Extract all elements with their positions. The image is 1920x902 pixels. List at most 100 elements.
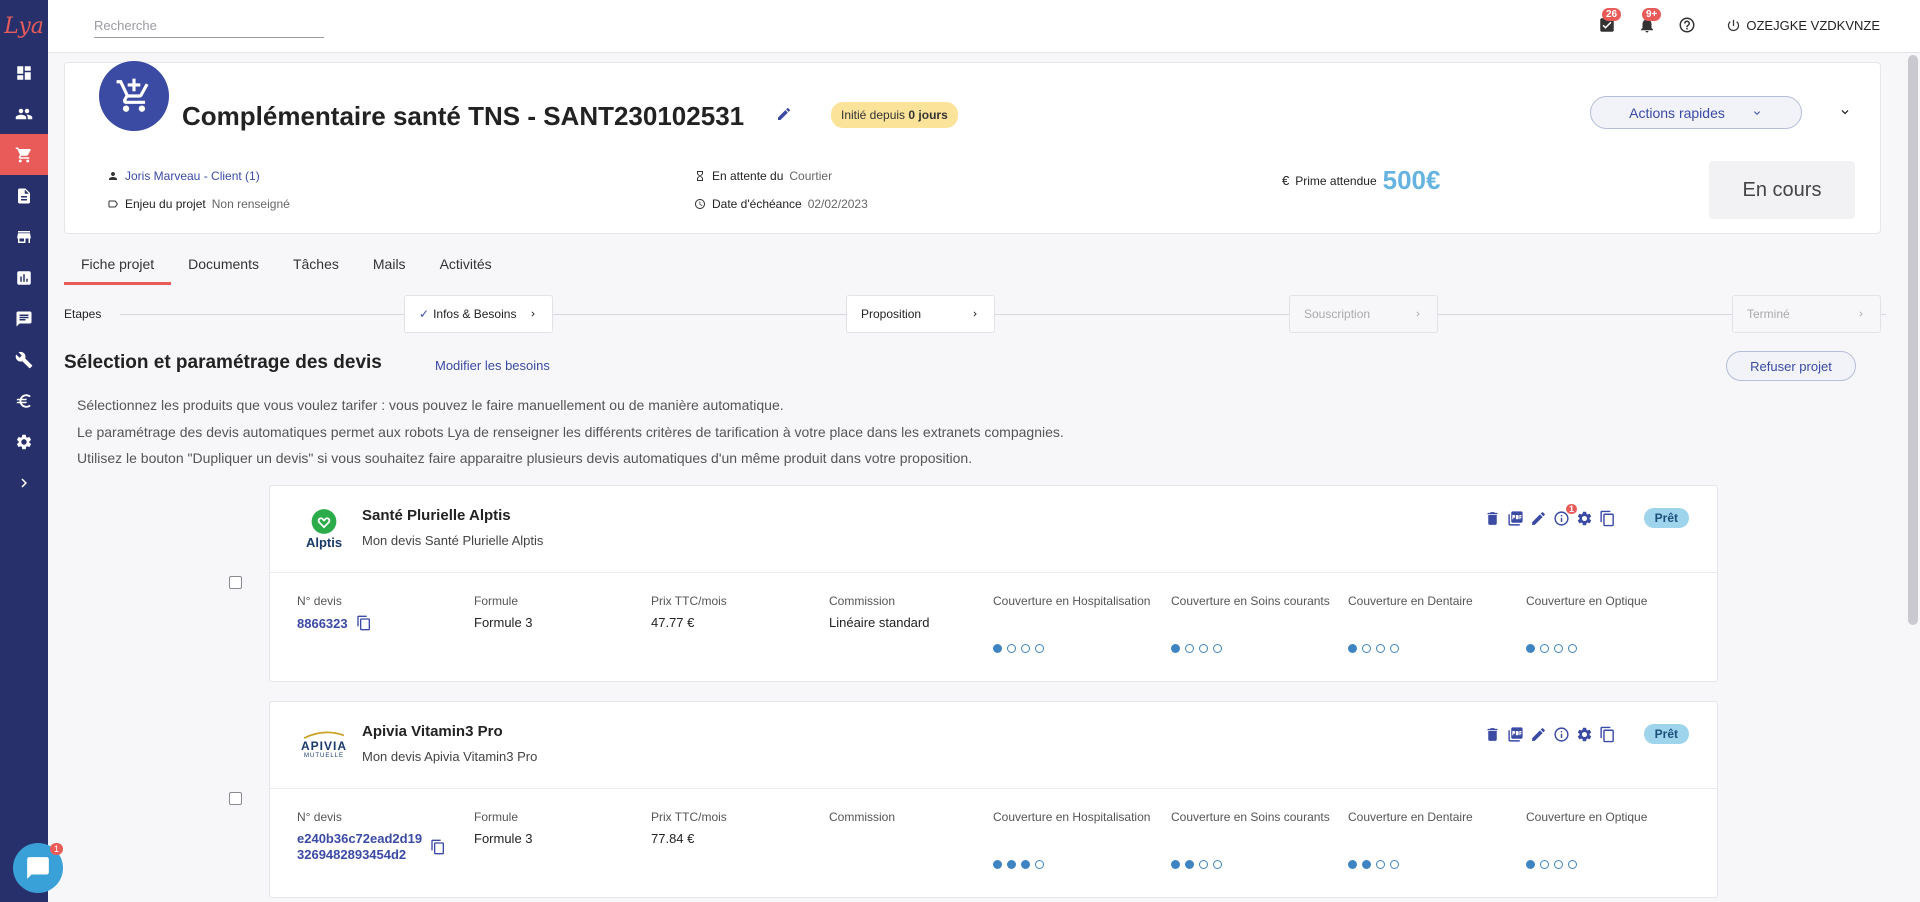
prime-value: 500€ xyxy=(1382,165,1441,195)
col-dentaire: Couverture en Dentaire xyxy=(1348,810,1473,869)
quote-number[interactable]: e240b36c72ead2d19 3269482893454d2 xyxy=(297,831,446,863)
sidebar-item-dashboard[interactable] xyxy=(0,52,48,93)
col-label: N° devis xyxy=(297,594,342,608)
rating-dot xyxy=(1348,860,1357,869)
sidebar-item-clients[interactable] xyxy=(0,93,48,134)
rating-dot xyxy=(1526,860,1535,869)
tab-fiche-projet[interactable]: Fiche projet xyxy=(64,250,172,285)
info-line-1: Sélectionnez les produits que vous voule… xyxy=(77,397,784,413)
rating-dot xyxy=(1540,644,1549,653)
pencil-icon xyxy=(1532,728,1545,741)
search-input[interactable] xyxy=(94,14,324,38)
col-hospit: Couverture en Hospitalisation xyxy=(993,594,1150,653)
quote-checkbox[interactable] xyxy=(229,792,242,805)
logo-text: Alptis xyxy=(305,535,343,550)
scrollbar[interactable] xyxy=(1908,55,1918,625)
rating-dot xyxy=(1568,644,1577,653)
col-label: Commission xyxy=(829,594,896,608)
rating-dot xyxy=(1171,860,1180,869)
tab-documents[interactable]: Documents xyxy=(171,250,276,285)
tab-activites[interactable]: Activités xyxy=(423,250,509,285)
sidebar-item-finance[interactable] xyxy=(0,380,48,421)
col-label: Couverture en Optique xyxy=(1526,810,1648,824)
duplicate-button[interactable] xyxy=(1599,726,1617,744)
sidebar-item-messages[interactable] xyxy=(0,298,48,339)
copy-icon xyxy=(1600,510,1614,527)
col-formule: Formule Formule 3 xyxy=(474,810,533,846)
rating-dot xyxy=(1185,644,1194,653)
enjeu-field: Enjeu du projet Non renseigné xyxy=(107,197,290,211)
chevron-right-icon xyxy=(973,311,977,317)
coverage-rating xyxy=(993,860,1150,869)
col-label: Prix TTC/mois xyxy=(651,810,727,824)
col-prix: Prix TTC/mois 47.77 € xyxy=(651,594,727,630)
app-logo[interactable]: Lya xyxy=(0,0,48,52)
edit-title-button[interactable] xyxy=(776,106,792,125)
col-label: Prix TTC/mois xyxy=(651,594,727,608)
pdf-button[interactable] xyxy=(1507,510,1525,528)
sidebar-item-store[interactable] xyxy=(0,216,48,257)
rating-dot xyxy=(1185,860,1194,869)
rating-dot xyxy=(1348,644,1357,653)
modify-needs-link[interactable]: Modifier les besoins xyxy=(435,358,550,373)
help-button[interactable] xyxy=(1678,16,1700,38)
collapse-header-button[interactable] xyxy=(1838,105,1852,122)
copy-icon xyxy=(1600,726,1614,743)
prix-value: 77.84 € xyxy=(651,831,695,846)
sidebar-item-documents[interactable] xyxy=(0,175,48,216)
delete-button[interactable] xyxy=(1484,510,1502,528)
chat-badge: 1 xyxy=(49,843,63,855)
attente-field: En attente du Courtier xyxy=(694,169,832,183)
copy-icon[interactable] xyxy=(430,839,446,855)
col-label: Formule xyxy=(474,810,519,824)
edit-quote-button[interactable] xyxy=(1530,510,1548,528)
duplicate-button[interactable] xyxy=(1599,510,1617,528)
step-infos-besoins[interactable]: ✓ Infos & Besoins xyxy=(404,295,553,333)
logo-text: APIVIA xyxy=(300,739,347,753)
coverage-rating xyxy=(1526,860,1647,869)
chat-button[interactable]: 1 xyxy=(13,843,63,893)
col-commission: Commission Linéaire standard xyxy=(829,594,929,630)
sidebar-item-projects[interactable] xyxy=(0,134,48,175)
col-devis: N° devis e240b36c72ead2d19 3269482893454d… xyxy=(297,810,446,863)
edit-quote-button[interactable] xyxy=(1530,726,1548,744)
step-proposition[interactable]: Proposition xyxy=(846,295,995,333)
sidebar-expand[interactable] xyxy=(0,462,48,503)
info-button[interactable]: 1 xyxy=(1553,504,1577,528)
quick-actions-button[interactable]: Actions rapides xyxy=(1590,96,1802,129)
col-soins: Couverture en Soins courants xyxy=(1171,594,1330,653)
coverage-rating xyxy=(993,644,1150,653)
sidebar-item-settings[interactable] xyxy=(0,421,48,462)
rating-dot xyxy=(1390,860,1399,869)
person-icon xyxy=(109,172,117,180)
col-devis: N° devis 8866323 xyxy=(297,594,372,631)
prime-label: Prime attendue xyxy=(1295,173,1377,188)
tab-mails[interactable]: Mails xyxy=(356,250,423,285)
tools-icon xyxy=(15,351,33,368)
info-line-2: Le paramétrage des devis automatiques pe… xyxy=(77,424,1064,440)
client-link[interactable]: Joris Marveau - Client (1) xyxy=(107,169,260,183)
user-menu[interactable]: OZEJGKE VZDKVNZE xyxy=(1726,18,1880,33)
step-souscription: Souscription xyxy=(1289,295,1438,333)
settings-button[interactable] xyxy=(1576,510,1594,528)
quote-actions: 1 xyxy=(1484,504,1617,528)
quote-product-name: Santé Plurielle Alptis xyxy=(362,507,511,524)
refuse-project-button[interactable]: Refuser projet xyxy=(1726,351,1856,381)
tasks-button[interactable]: 26 xyxy=(1598,8,1622,38)
quote-number[interactable]: 8866323 xyxy=(297,615,372,631)
info-button[interactable] xyxy=(1553,726,1571,744)
quote-card: Alptis Santé Plurielle Alptis Mon devis … xyxy=(269,485,1718,682)
settings-button[interactable] xyxy=(1576,726,1594,744)
col-label: Couverture en Dentaire xyxy=(1348,594,1473,608)
col-formule: Formule Formule 3 xyxy=(474,594,533,630)
pdf-button[interactable] xyxy=(1507,726,1525,744)
sidebar-item-tools[interactable] xyxy=(0,339,48,380)
rating-dot xyxy=(1199,644,1208,653)
notifications-button[interactable]: 9+ xyxy=(1638,8,1662,38)
sidebar-item-stats[interactable] xyxy=(0,257,48,298)
tab-taches[interactable]: Tâches xyxy=(276,250,356,285)
delete-button[interactable] xyxy=(1484,726,1502,744)
quote-checkbox[interactable] xyxy=(229,576,242,589)
rating-dot xyxy=(993,860,1002,869)
copy-icon[interactable] xyxy=(356,615,372,631)
